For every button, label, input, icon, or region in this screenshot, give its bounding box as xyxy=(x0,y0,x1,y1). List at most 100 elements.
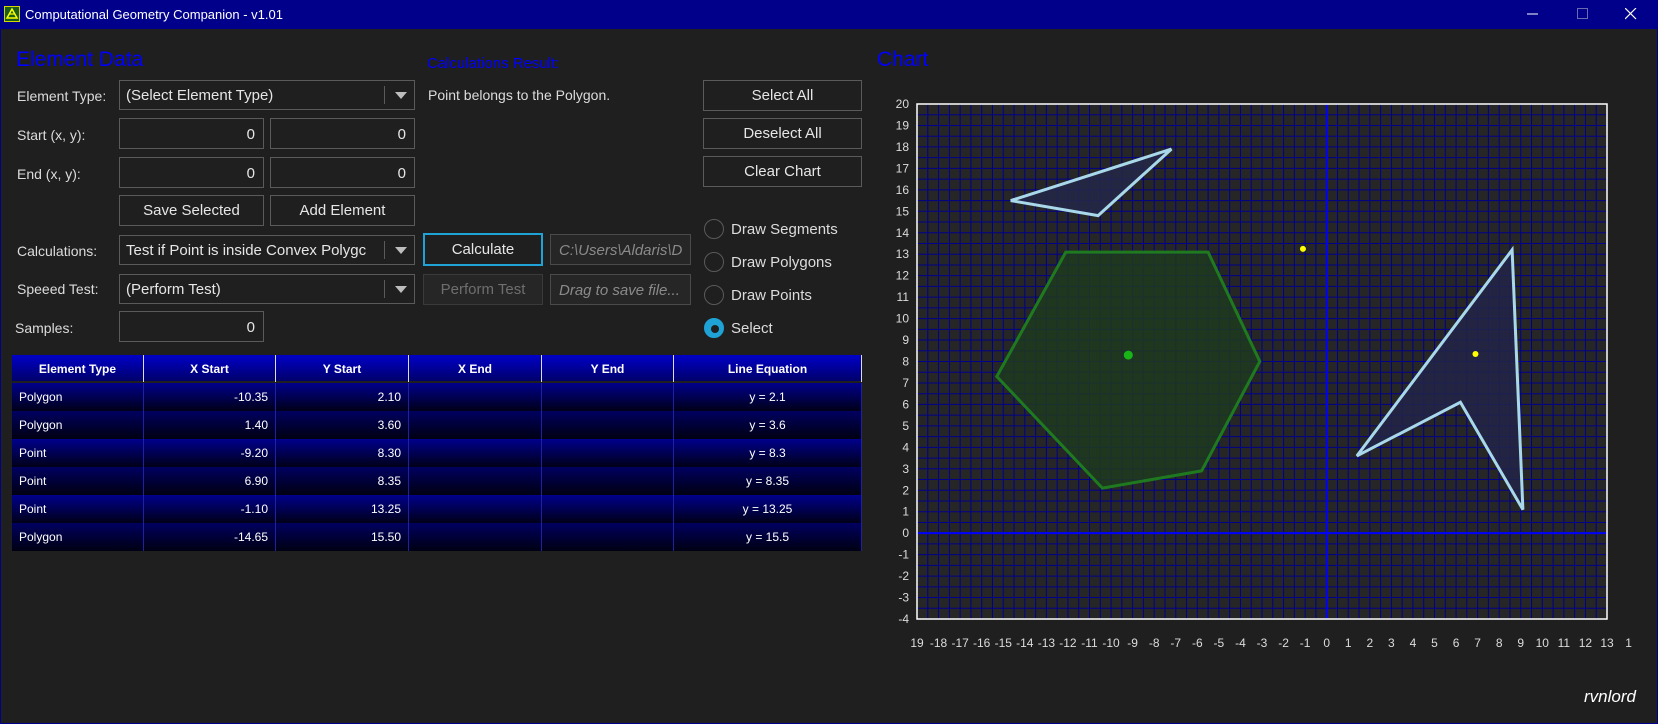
perform-test-button[interactable]: Perform Test xyxy=(423,274,543,305)
select-radio[interactable]: Select xyxy=(704,318,854,340)
y-tick-label: 14 xyxy=(896,226,910,240)
cell-y-start[interactable]: 8.30 xyxy=(276,439,409,467)
cell-y-start[interactable]: 3.60 xyxy=(276,411,409,439)
start-y-input[interactable]: 0 xyxy=(270,118,415,149)
table-row[interactable]: Point -9.20 8.30 y = 8.3 xyxy=(12,439,862,467)
table-row[interactable]: Point 6.90 8.35 y = 8.35 xyxy=(12,467,862,495)
column-header-x-start[interactable]: X Start xyxy=(144,355,276,382)
cell-y-end[interactable] xyxy=(542,467,674,495)
draw-points-radio[interactable]: Draw Points xyxy=(704,285,854,307)
cell-x-end[interactable] xyxy=(409,495,542,523)
cell-line-equation[interactable]: y = 13.25 xyxy=(674,495,862,523)
add-element-button[interactable]: Add Element xyxy=(270,195,415,226)
cell-element-type[interactable]: Point xyxy=(12,495,144,523)
maximize-button[interactable] xyxy=(1560,0,1606,29)
y-tick-label: -2 xyxy=(898,569,909,583)
cell-x-start[interactable]: -14.65 xyxy=(144,523,276,551)
cell-element-type[interactable]: Point xyxy=(12,467,144,495)
calculate-button[interactable]: Calculate xyxy=(423,233,543,266)
x-tick-label: -11 xyxy=(1081,636,1098,650)
end-y-input[interactable]: 0 xyxy=(270,157,415,188)
radio-dot xyxy=(711,325,719,333)
cell-y-start[interactable]: 13.25 xyxy=(276,495,409,523)
y-tick-label: 7 xyxy=(902,376,909,390)
cell-x-start[interactable]: -9.20 xyxy=(144,439,276,467)
close-button[interactable] xyxy=(1608,0,1654,29)
column-header-y-start[interactable]: Y Start xyxy=(276,355,409,382)
y-tick-label: 3 xyxy=(902,462,909,476)
cell-line-equation[interactable]: y = 15.5 xyxy=(674,523,862,551)
start-x-input[interactable]: 0 xyxy=(119,118,264,149)
chevron-down-icon xyxy=(395,92,407,99)
column-header-element-type[interactable]: Element Type xyxy=(12,355,144,382)
draw-segments-label: Draw Segments xyxy=(731,221,838,238)
chart-point[interactable] xyxy=(1123,350,1133,360)
save-selected-button[interactable]: Save Selected xyxy=(119,195,264,226)
output-path-value: C:\Users\Aldaris\D xyxy=(559,242,683,259)
cell-x-start[interactable]: 6.90 xyxy=(144,467,276,495)
cell-element-type[interactable]: Point xyxy=(12,439,144,467)
y-tick-label: 6 xyxy=(902,397,909,411)
cell-line-equation[interactable]: y = 8.3 xyxy=(674,439,862,467)
x-tick-label: 0 xyxy=(1323,636,1330,650)
x-tick-label: 3 xyxy=(1388,636,1395,650)
cell-element-type[interactable]: Polygon xyxy=(12,523,144,551)
y-tick-label: 0 xyxy=(902,526,909,540)
cell-x-end[interactable] xyxy=(409,439,542,467)
speed-test-dropdown[interactable]: (Perform Test) xyxy=(119,274,415,304)
chart-canvas[interactable]: 20191817161514131211109876543210-1-2-3-4… xyxy=(890,83,1640,673)
cell-y-start[interactable]: 8.35 xyxy=(276,467,409,495)
chart-heading: Chart xyxy=(877,48,929,71)
drag-save-file-field[interactable]: Drag to save file... xyxy=(550,274,691,305)
cell-y-end[interactable] xyxy=(542,383,674,411)
table-row[interactable]: Polygon -14.65 15.50 y = 15.5 xyxy=(12,523,862,551)
column-header-y-end[interactable]: Y End xyxy=(542,355,674,382)
cell-element-type[interactable]: Polygon xyxy=(12,411,144,439)
cell-element-type[interactable]: Polygon xyxy=(12,383,144,411)
table-row[interactable]: Polygon 1.40 3.60 y = 3.6 xyxy=(12,411,862,439)
cell-x-end[interactable] xyxy=(409,411,542,439)
x-tick-label: 10 xyxy=(1536,636,1550,650)
cell-y-end[interactable] xyxy=(542,523,674,551)
select-label: Select xyxy=(731,320,773,337)
samples-input[interactable]: 0 xyxy=(119,311,264,342)
cell-x-start[interactable]: -10.35 xyxy=(144,383,276,411)
x-tick-label: -4 xyxy=(1235,636,1246,650)
deselect-all-button[interactable]: Deselect All xyxy=(703,118,862,149)
cell-y-end[interactable] xyxy=(542,495,674,523)
element-type-dropdown[interactable]: (Select Element Type) xyxy=(119,80,415,110)
clear-chart-button[interactable]: Clear Chart xyxy=(703,156,862,187)
radio-circle-checked xyxy=(704,318,724,338)
start-y-value: 0 xyxy=(397,126,406,143)
select-all-button[interactable]: Select All xyxy=(703,80,862,111)
cell-y-end[interactable] xyxy=(542,411,674,439)
cell-y-end[interactable] xyxy=(542,439,674,467)
output-path-field[interactable]: C:\Users\Aldaris\D xyxy=(550,234,691,265)
minimize-button[interactable] xyxy=(1510,0,1556,29)
draw-segments-radio[interactable]: Draw Segments xyxy=(704,219,854,241)
cell-y-start[interactable]: 15.50 xyxy=(276,523,409,551)
calculations-dropdown[interactable]: Test if Point is inside Convex Polygc xyxy=(119,235,415,265)
cell-x-start[interactable]: 1.40 xyxy=(144,411,276,439)
cell-line-equation[interactable]: y = 3.6 xyxy=(674,411,862,439)
cell-x-end[interactable] xyxy=(409,523,542,551)
end-x-input[interactable]: 0 xyxy=(119,157,264,188)
cell-y-start[interactable]: 2.10 xyxy=(276,383,409,411)
cell-x-end[interactable] xyxy=(409,383,542,411)
chart-point[interactable] xyxy=(1299,245,1306,252)
draw-points-label: Draw Points xyxy=(731,287,812,304)
calculation-result-text: Point belongs to the Polygon. xyxy=(428,87,611,103)
table-row[interactable]: Point -1.10 13.25 y = 13.25 xyxy=(12,495,862,523)
dropdown-separator xyxy=(384,86,385,104)
chevron-down-icon xyxy=(395,286,407,293)
table-row[interactable]: Polygon -10.35 2.10 y = 2.1 xyxy=(12,383,862,411)
column-header-line-equation[interactable]: Line Equation xyxy=(674,355,862,382)
elements-table[interactable]: Element Type X Start Y Start X End Y End… xyxy=(12,355,862,551)
cell-line-equation[interactable]: y = 2.1 xyxy=(674,383,862,411)
column-header-x-end[interactable]: X End xyxy=(409,355,542,382)
chart-point[interactable] xyxy=(1472,350,1479,357)
cell-x-end[interactable] xyxy=(409,467,542,495)
draw-polygons-radio[interactable]: Draw Polygons xyxy=(704,252,854,274)
cell-x-start[interactable]: -1.10 xyxy=(144,495,276,523)
cell-line-equation[interactable]: y = 8.35 xyxy=(674,467,862,495)
